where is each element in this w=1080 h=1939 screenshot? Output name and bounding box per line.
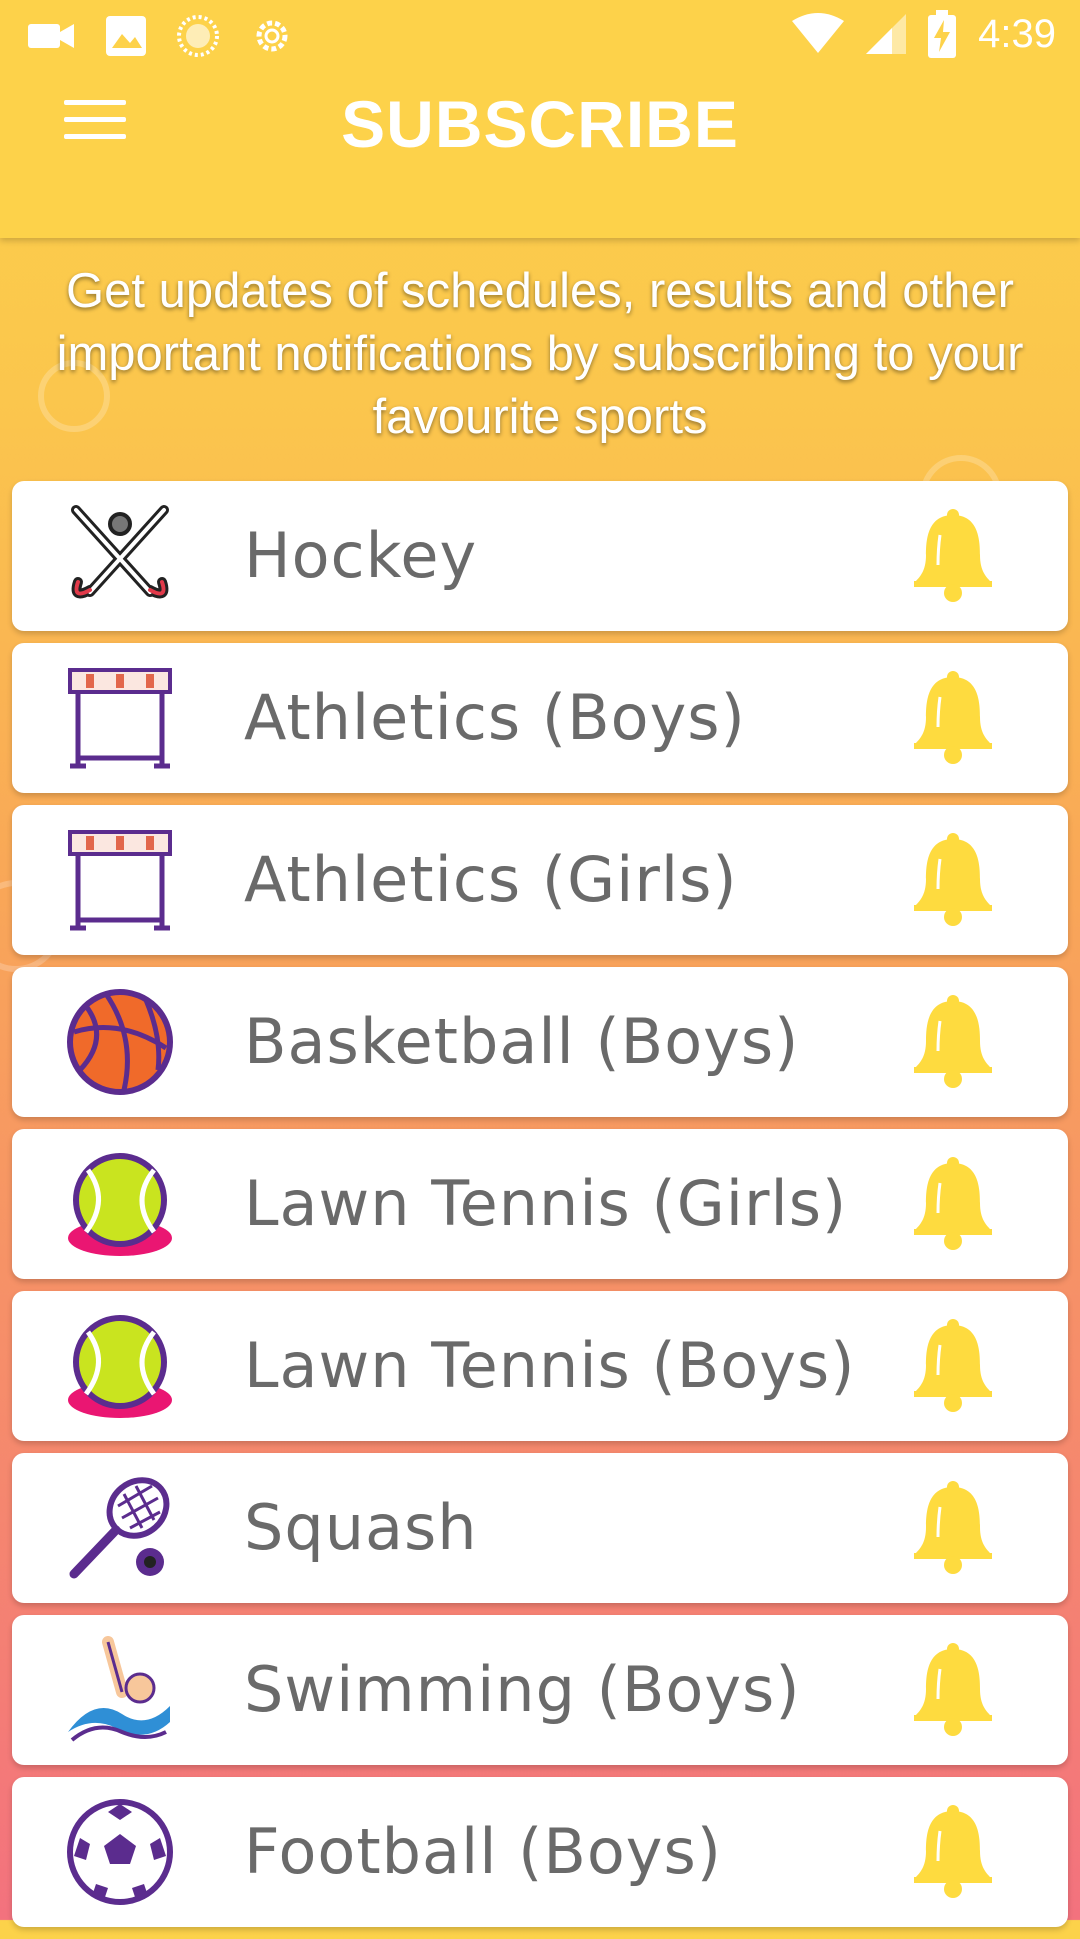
subscribe-bell-icon[interactable] — [912, 1643, 994, 1737]
sports-list: Hockey Athletics (Boys) Athletics (Girls… — [12, 481, 1068, 1939]
sport-card[interactable]: Football (Boys) — [12, 1777, 1068, 1927]
sport-card[interactable]: Squash — [12, 1453, 1068, 1603]
sport-label: Basketball (Boys) — [244, 1005, 800, 1078]
sync-circle-icon — [177, 15, 219, 57]
sport-card[interactable]: Hockey — [12, 481, 1068, 631]
sport-label: Football (Boys) — [244, 1815, 722, 1888]
video-camera-icon — [28, 24, 74, 48]
sport-label: Lawn Tennis (Boys) — [244, 1329, 856, 1402]
hockey-sticks-icon — [66, 502, 174, 610]
subscribe-bell-icon[interactable] — [912, 995, 994, 1089]
subscribe-bell-icon[interactable] — [912, 671, 994, 765]
sport-card[interactable]: Athletics (Boys) — [12, 643, 1068, 793]
clock: 4:39 — [978, 11, 1056, 56]
sport-label: Hockey — [244, 519, 478, 592]
subscribe-bell-icon[interactable] — [912, 1319, 994, 1413]
sport-label: Athletics (Girls) — [244, 843, 738, 916]
hurdle-icon — [66, 664, 174, 772]
swimmer-icon — [66, 1636, 174, 1744]
tennis-ball-icon — [66, 1312, 174, 1420]
subscribe-bell-icon[interactable] — [912, 1481, 994, 1575]
tennis-ball-icon — [66, 1150, 174, 1258]
sport-card[interactable]: Basketball (Boys) — [12, 967, 1068, 1117]
subscribe-bell-icon[interactable] — [912, 833, 994, 927]
subscribe-bell-icon[interactable] — [912, 1805, 994, 1899]
settings-gear-icon — [256, 20, 288, 52]
football-icon — [66, 1798, 174, 1906]
squash-racket-icon — [66, 1474, 174, 1582]
sport-label: Athletics (Boys) — [244, 681, 746, 754]
status-bar: 4:39 — [0, 0, 1080, 72]
page-title: SUBSCRIBE — [341, 87, 739, 161]
basketball-icon — [66, 988, 174, 1096]
sport-label: Lawn Tennis (Girls) — [244, 1167, 848, 1240]
hurdle-icon — [66, 826, 174, 934]
intro-text: Get updates of schedules, results and ot… — [56, 264, 1024, 444]
sport-label: Swimming (Boys) — [244, 1653, 801, 1726]
sport-label: Squash — [244, 1491, 478, 1564]
sport-card[interactable]: Swimming (Boys) — [12, 1615, 1068, 1765]
sport-card[interactable]: Lawn Tennis (Girls) — [12, 1129, 1068, 1279]
app-bar: 4:39 SUBSCRIBE — [0, 0, 1080, 238]
image-icon — [106, 16, 146, 56]
battery-charging-icon — [928, 10, 957, 58]
cell-signal-icon — [866, 14, 907, 54]
sport-card[interactable]: Athletics (Girls) — [12, 805, 1068, 955]
sport-card[interactable]: Lawn Tennis (Boys) — [12, 1291, 1068, 1441]
subscribe-bell-icon[interactable] — [912, 509, 994, 603]
wifi-icon — [792, 13, 845, 53]
subscribe-bell-icon[interactable] — [912, 1157, 994, 1251]
